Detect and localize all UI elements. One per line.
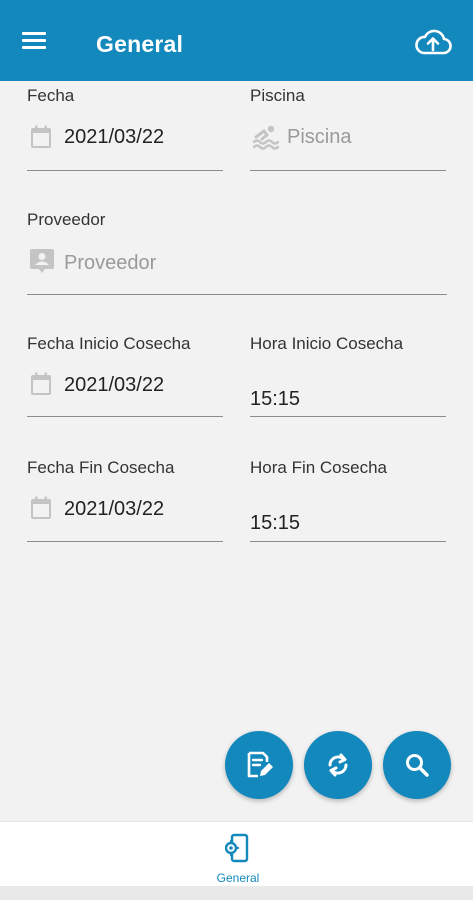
system-bar [0,886,473,900]
hora-fin-underline [250,541,446,542]
nav-item-general[interactable]: General [206,822,270,886]
piscina-underline [250,170,446,171]
fecha-inicio-field[interactable]: Fecha Inicio Cosecha 2021/03/22 [27,334,223,420]
menu-icon[interactable] [22,32,46,52]
piscina-field[interactable]: Piscina Piscina [250,86,446,172]
calendar-icon [31,125,51,148]
proveedor-underline [27,294,447,295]
fecha-inicio-value: 2021/03/22 [64,374,165,396]
fecha-field[interactable]: Fecha 2021/03/22 [27,86,223,172]
search-button[interactable] [383,731,451,799]
hora-inicio-field[interactable]: Hora Inicio Cosecha 15:15 [250,334,446,420]
hora-inicio-label: Hora Inicio Cosecha [250,334,404,353]
piscina-input[interactable]: Piscina [287,126,351,149]
contact-icon [30,249,54,273]
proveedor-field[interactable]: Proveedor Proveedor [27,210,447,296]
bottom-navigation: General [0,821,473,886]
fecha-label: Fecha [27,86,75,105]
refresh-button[interactable] [304,731,372,799]
mobile-settings-icon [225,833,249,863]
edit-note-button[interactable] [225,731,293,799]
calendar-icon [31,496,51,519]
piscina-label: Piscina [250,86,305,105]
swimming-icon [252,125,280,150]
fecha-value: 2021/03/22 [64,126,165,148]
fecha-underline [27,170,223,171]
app-bar: General [0,0,473,81]
fecha-inicio-underline [27,416,223,417]
page-title: General [96,31,184,57]
proveedor-input[interactable]: Proveedor [64,252,156,275]
hora-inicio-underline [250,416,446,417]
nav-item-label: General [216,871,260,885]
proveedor-label: Proveedor [27,210,106,229]
cloud-upload-icon[interactable] [414,28,452,58]
fecha-fin-label: Fecha Fin Cosecha [27,458,175,477]
edit-note-icon [247,751,273,778]
fecha-fin-underline [27,541,223,542]
hora-inicio-value: 15:15 [250,388,301,410]
fecha-fin-field[interactable]: Fecha Fin Cosecha 2021/03/22 [27,458,223,544]
refresh-icon [328,753,348,777]
hora-fin-value: 15:15 [250,512,301,534]
calendar-icon [31,372,51,395]
hora-fin-label: Hora Fin Cosecha [250,458,388,477]
hora-fin-field[interactable]: Hora Fin Cosecha 15:15 [250,458,446,544]
fecha-inicio-label: Fecha Inicio Cosecha [27,334,191,353]
search-icon [406,754,429,777]
fecha-fin-value: 2021/03/22 [64,498,165,520]
